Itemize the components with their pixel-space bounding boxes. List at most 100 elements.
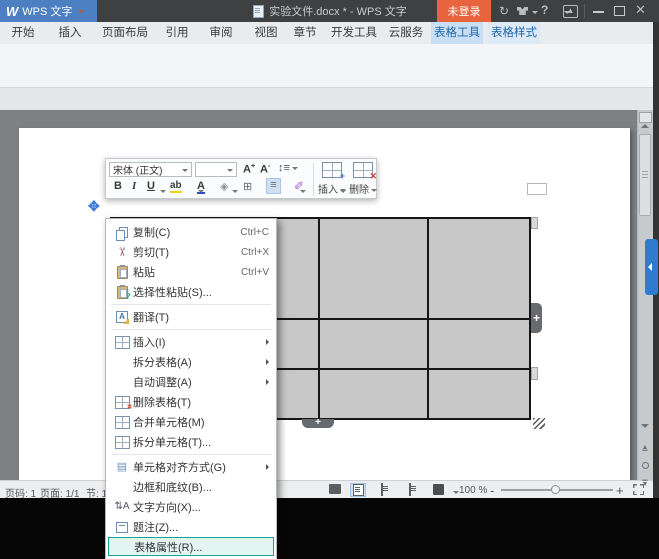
text-direction-icon: ⇅A	[111, 502, 133, 512]
zoom-in-button[interactable]: +	[616, 483, 624, 498]
mini-underline-dropdown-icon[interactable]	[160, 190, 166, 196]
scroll-up-icon[interactable]	[641, 124, 649, 128]
page-view-icon[interactable]	[350, 483, 366, 497]
previous-page-icon[interactable]: ▲▔	[640, 444, 650, 458]
sidebar-toggle-tab[interactable]	[645, 239, 658, 295]
minimize-button[interactable]	[593, 11, 604, 13]
mini-insert-button[interactable]: + 插入	[318, 162, 346, 196]
sync-icon[interactable]: ↻	[499, 5, 509, 17]
add-row-handle[interactable]: +	[302, 419, 334, 428]
login-button[interactable]: 未登录	[437, 0, 491, 22]
menu-item-caption[interactable]: 题注(Z)...	[106, 517, 276, 537]
shading-bucket-icon[interactable]: ◈	[220, 180, 228, 193]
mini-font-color-button[interactable]: A	[197, 180, 205, 194]
vertical-scrollbar[interactable]: ▲▔ ▁▼	[637, 110, 653, 480]
tab-insert[interactable]: 插入	[55, 22, 85, 44]
menu-item-merge-cells[interactable]: 合并单元格(M)	[106, 412, 276, 432]
mini-font-name-select[interactable]: 宋体 (正文)	[109, 162, 192, 177]
submenu-arrow-icon	[266, 464, 269, 470]
tab-review[interactable]: 审阅	[206, 22, 236, 44]
menu-item-table-properties[interactable]: 表格属性(R)...	[108, 537, 274, 556]
tab-table-style[interactable]: 表格样式	[488, 22, 540, 44]
menu-item-split-cells[interactable]: 拆分单元格(T)...	[106, 432, 276, 452]
cell-align-icon: ▤	[111, 462, 133, 473]
mini-italic-button[interactable]: I	[132, 180, 136, 192]
menu-separator	[111, 304, 271, 305]
menu-item-cut[interactable]: ✂ 剪切(T) Ctrl+X	[106, 242, 276, 262]
menu-item-paste[interactable]: 粘贴 Ctrl+V	[106, 262, 276, 282]
margin-corner-mark	[527, 183, 547, 195]
tab-cloud[interactable]: 云服务	[385, 22, 427, 44]
submenu-arrow-icon	[266, 359, 269, 365]
menu-item-copy[interactable]: 复制(C) Ctrl+C	[106, 222, 276, 242]
tab-page-layout[interactable]: 页面布局	[99, 22, 151, 44]
select-browse-object-icon[interactable]	[642, 462, 649, 469]
menu-item-autofit[interactable]: 自动调整(A)	[106, 372, 276, 392]
tab-section[interactable]: 章节	[290, 22, 320, 44]
next-page-icon[interactable]: ▁▼	[640, 474, 650, 488]
grow-font-button[interactable]: A+	[243, 163, 255, 176]
mini-delete-button[interactable]: ✕ 删除	[349, 162, 377, 196]
document-icon	[253, 5, 264, 18]
zoom-level[interactable]: 100 %	[459, 485, 487, 496]
cut-icon: ✂	[111, 246, 133, 258]
tab-view[interactable]: 视图	[251, 22, 281, 44]
scroll-down-icon[interactable]	[641, 424, 649, 428]
document-tab-bar: P ↶ ↷ W 实验文件.docx * × + 点此查找命令	[0, 88, 653, 110]
add-column-handle[interactable]: +	[531, 303, 542, 333]
mini-toolbar: 宋体 (正文) A+ A- ↕≡ B I U ab A ◈ ⊞ ≡ ✐ + 插入…	[105, 158, 377, 199]
close-button[interactable]: ✕	[635, 4, 646, 16]
menu-item-borders-shading[interactable]: 边框和底纹(B)...	[106, 477, 276, 497]
skin-dropdown-icon[interactable]	[532, 11, 538, 17]
menu-item-paste-special[interactable]: ? 选择性粘贴(S)...	[106, 282, 276, 302]
menu-item-translate[interactable]: 翻译(T)	[106, 307, 276, 327]
mini-bold-button[interactable]: B	[114, 180, 122, 192]
tab-table-tools[interactable]: 表格工具	[431, 22, 483, 44]
translate-icon	[111, 311, 133, 323]
maximize-button[interactable]	[614, 6, 625, 16]
ruler-toggle-icon[interactable]	[639, 112, 652, 123]
skin-icon[interactable]	[517, 7, 528, 15]
menu-item-cell-alignment[interactable]: ▤ 单元格对齐方式(G)	[106, 457, 276, 477]
mini-underline-button[interactable]: U	[147, 180, 155, 192]
mini-font-color-dropdown-icon[interactable]	[232, 190, 238, 196]
borders-icon[interactable]: ⊞	[243, 180, 252, 193]
menu-item-split-table[interactable]: 拆分表格(A)	[106, 352, 276, 372]
table-move-handle[interactable]: ✥	[88, 199, 100, 213]
submenu-arrow-icon	[266, 379, 269, 385]
submenu-arrow-icon	[266, 339, 269, 345]
collapse-ribbon-icon[interactable]: ▲	[563, 5, 578, 18]
menu-item-insert[interactable]: 插入(I)	[106, 332, 276, 352]
table-edge-marker	[531, 367, 538, 380]
chevron-down-icon	[78, 10, 84, 16]
page-number-status: 页码: 1	[5, 485, 36, 500]
divider	[313, 163, 314, 196]
zoom-out-button[interactable]: -	[490, 483, 494, 498]
ribbon-tab-row: 开始 插入 页面布局 引用 审阅 视图 章节 开发工具 云服务 表格工具 表格样…	[0, 22, 653, 44]
table-edge-marker	[531, 217, 538, 229]
tab-references[interactable]: 引用	[162, 22, 192, 44]
delete-table-icon: ✕	[111, 396, 133, 409]
tab-home[interactable]: 开始	[8, 22, 38, 44]
line-spacing-icon[interactable]: ↕≡	[278, 162, 298, 174]
section-status: 节: 1	[86, 485, 107, 500]
table-resize-handle[interactable]	[533, 418, 545, 429]
shrink-font-button[interactable]: A-	[260, 163, 270, 176]
align-button[interactable]: ≡	[266, 178, 281, 194]
scrollbar-thumb[interactable]	[639, 134, 651, 216]
delete-table-icon: ✕	[353, 162, 373, 178]
fullscreen-view-icon[interactable]	[329, 484, 341, 494]
web-view-icon[interactable]	[409, 483, 411, 496]
read-mode-icon[interactable]	[433, 484, 444, 495]
mini-font-size-select[interactable]	[195, 162, 237, 177]
zoom-slider-thumb[interactable]	[551, 485, 560, 494]
mini-highlight-button[interactable]: ab	[170, 180, 182, 193]
outline-view-icon[interactable]	[381, 483, 383, 496]
menu-item-text-direction[interactable]: ⇅A 文字方向(X)...	[106, 497, 276, 517]
page-count-status: 页面: 1/1	[40, 485, 79, 500]
help-icon[interactable]: ?	[541, 4, 548, 16]
tab-developer[interactable]: 开发工具	[328, 22, 380, 44]
menu-item-delete-table[interactable]: ✕ 删除表格(T)	[106, 392, 276, 412]
format-painter-icon[interactable]: ✐	[294, 179, 304, 193]
wps-menu-button[interactable]: W WPS 文字	[0, 0, 97, 22]
